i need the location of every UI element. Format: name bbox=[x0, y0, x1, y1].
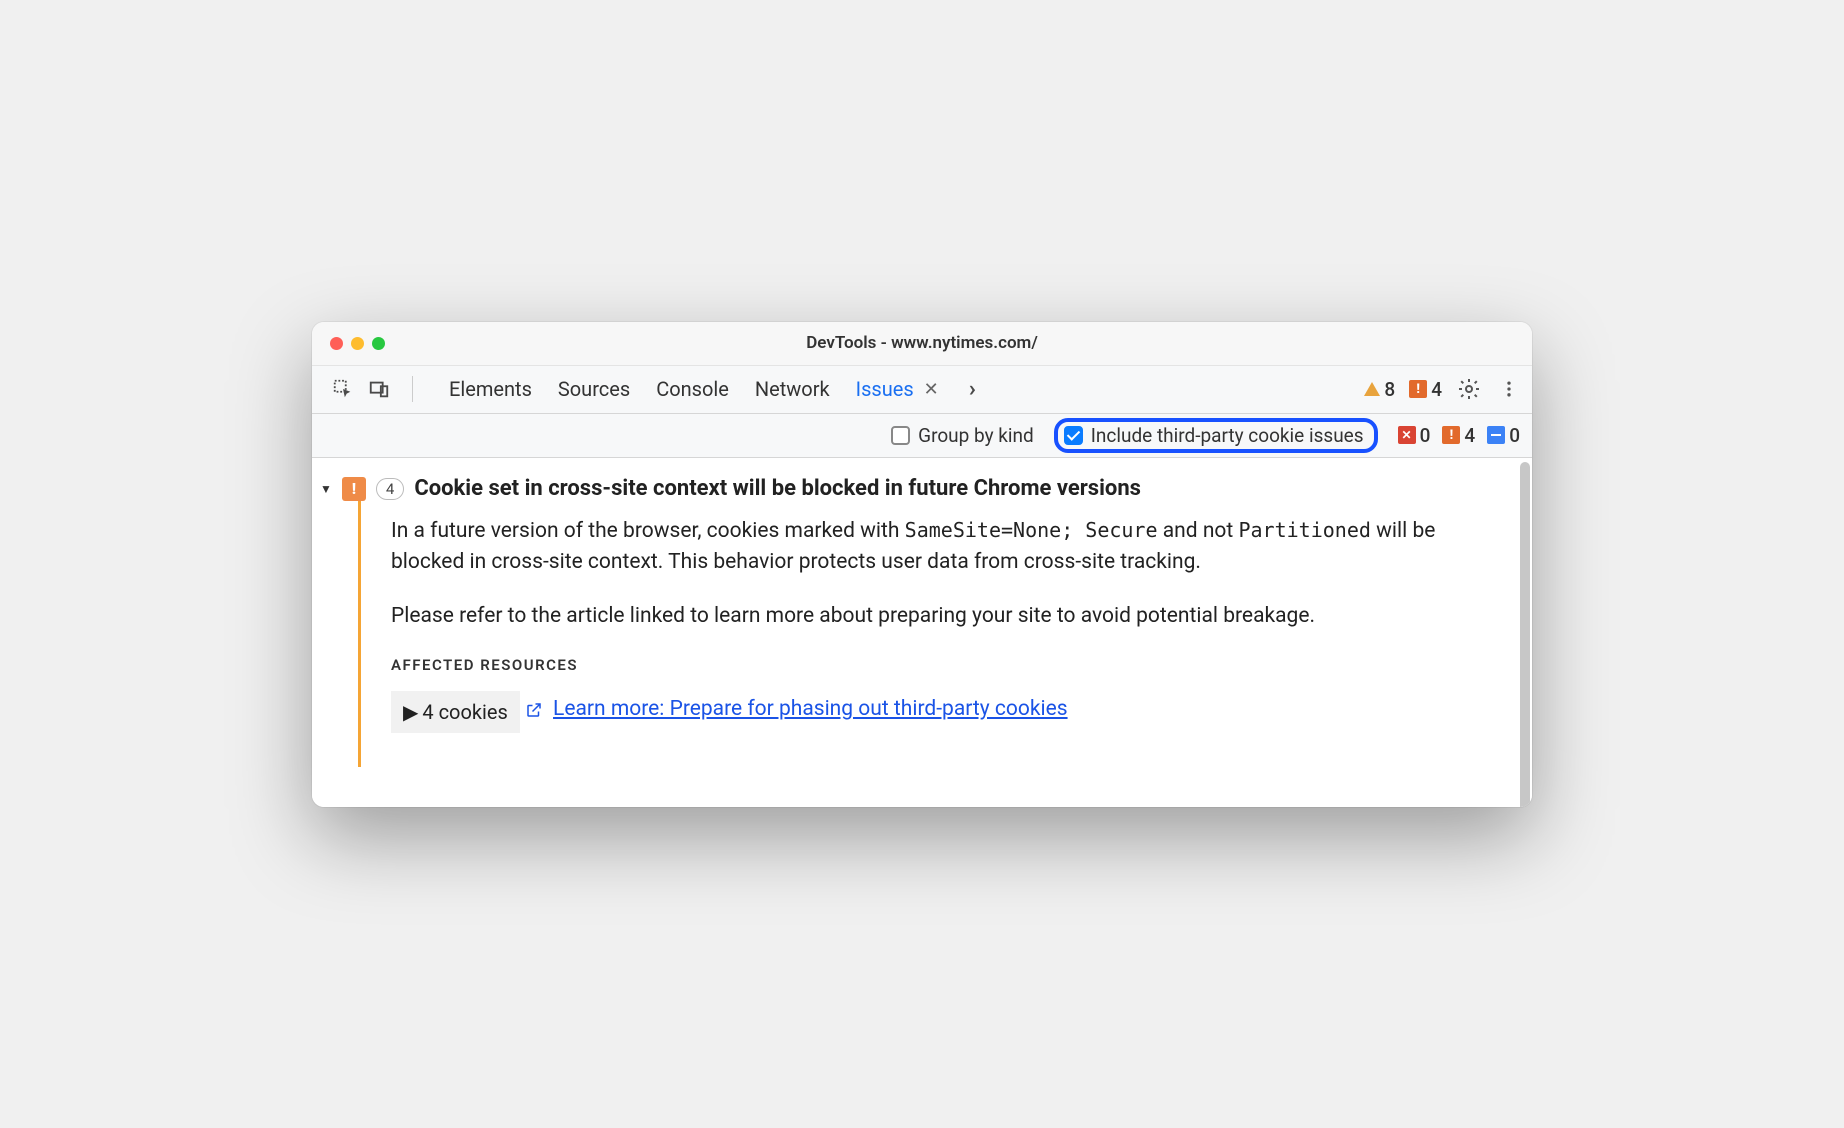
expand-right-caret-icon: ▶ bbox=[403, 697, 418, 727]
tab-elements[interactable]: Elements bbox=[449, 377, 532, 401]
breaking-change-icon: ! bbox=[1409, 380, 1427, 398]
separator bbox=[412, 376, 413, 402]
external-link-icon bbox=[525, 701, 543, 719]
window-title: DevTools - www.nytimes.com/ bbox=[312, 333, 1532, 353]
settings-icon[interactable] bbox=[1456, 376, 1482, 402]
toolbar-left-icons bbox=[322, 376, 400, 402]
main-toolbar: Elements Sources Console Network Issues … bbox=[312, 366, 1532, 414]
minimize-window-button[interactable] bbox=[351, 337, 364, 350]
panel-tabs: Elements Sources Console Network Issues … bbox=[425, 377, 970, 402]
filter-category-counts: ✕ 0 ! 4 0 bbox=[1398, 424, 1520, 447]
close-tab-icon[interactable]: ✕ bbox=[924, 379, 939, 400]
warnings-badge[interactable]: 8 bbox=[1364, 378, 1395, 401]
device-toggle-icon[interactable] bbox=[366, 376, 392, 402]
learn-more-row: Learn more: Prepare for phasing out thir… bbox=[525, 694, 1068, 726]
info-icon bbox=[1487, 426, 1505, 444]
checkbox-icon bbox=[891, 426, 910, 445]
issue-title[interactable]: Cookie set in cross-site context will be… bbox=[414, 476, 1141, 501]
text-fragment: and not bbox=[1158, 519, 1239, 543]
code-samesite: SameSite=None; Secure bbox=[905, 518, 1158, 542]
filter-info-count: 0 bbox=[1509, 424, 1520, 447]
filter-errors-count: 0 bbox=[1420, 424, 1431, 447]
issues-panel: ▼ ! 4 Cookie set in cross-site context w… bbox=[312, 458, 1532, 807]
more-tabs-icon[interactable]: ›› bbox=[965, 377, 970, 402]
code-partitioned: Partitioned bbox=[1238, 518, 1370, 542]
tab-issues-label: Issues bbox=[856, 377, 914, 401]
issue-paragraph-1: In a future version of the browser, cook… bbox=[391, 515, 1492, 579]
devtools-window: DevTools - www.nytimes.com/ Elements Sou… bbox=[312, 322, 1532, 807]
issue-body: In a future version of the browser, cook… bbox=[358, 501, 1532, 767]
tab-sources[interactable]: Sources bbox=[558, 377, 630, 401]
issue-occurrence-count: 4 bbox=[376, 478, 404, 500]
collapse-caret-icon[interactable]: ▼ bbox=[320, 482, 332, 496]
warning-square-icon: ! bbox=[1442, 426, 1460, 444]
highlighted-option: Include third-party cookie issues bbox=[1054, 418, 1378, 453]
close-window-button[interactable] bbox=[330, 337, 343, 350]
scrollbar[interactable] bbox=[1520, 462, 1530, 807]
third-party-label: Include third-party cookie issues bbox=[1091, 424, 1364, 447]
group-by-kind-label: Group by kind bbox=[918, 424, 1034, 447]
filter-errors[interactable]: ✕ 0 bbox=[1398, 424, 1431, 447]
affected-resources-label: AFFECTED RESOURCES bbox=[391, 654, 1492, 677]
third-party-checkbox[interactable]: Include third-party cookie issues bbox=[1064, 424, 1364, 447]
issue-header-row: ▼ ! 4 Cookie set in cross-site context w… bbox=[312, 468, 1532, 501]
issue-severity-icon: ! bbox=[342, 477, 366, 501]
issue-paragraph-2: Please refer to the article linked to le… bbox=[391, 601, 1492, 633]
titlebar: DevTools - www.nytimes.com/ bbox=[312, 322, 1532, 366]
checkbox-checked-icon bbox=[1064, 426, 1083, 445]
more-options-icon[interactable] bbox=[1496, 376, 1522, 402]
maximize-window-button[interactable] bbox=[372, 337, 385, 350]
text-fragment: In a future version of the browser, cook… bbox=[391, 519, 905, 543]
breaking-count: 4 bbox=[1431, 378, 1442, 401]
warnings-count: 8 bbox=[1384, 378, 1395, 401]
filter-warnings[interactable]: ! 4 bbox=[1442, 424, 1475, 447]
inspect-icon[interactable] bbox=[330, 376, 356, 402]
toolbar-right: 8 ! 4 bbox=[1364, 376, 1522, 402]
group-by-kind-checkbox[interactable]: Group by kind bbox=[891, 424, 1034, 447]
learn-more-link[interactable]: Learn more: Prepare for phasing out thir… bbox=[553, 694, 1068, 726]
tab-issues[interactable]: Issues ✕ bbox=[856, 377, 939, 401]
issues-filterbar: Group by kind Include third-party cookie… bbox=[312, 414, 1532, 458]
cookies-count-label: 4 cookies bbox=[422, 697, 507, 727]
affected-cookies-toggle[interactable]: ▶ 4 cookies bbox=[391, 691, 520, 733]
error-icon: ✕ bbox=[1398, 426, 1416, 444]
warning-icon bbox=[1364, 382, 1380, 396]
tab-network[interactable]: Network bbox=[755, 377, 830, 401]
filter-info[interactable]: 0 bbox=[1487, 424, 1520, 447]
tab-console[interactable]: Console bbox=[656, 377, 729, 401]
traffic-lights bbox=[312, 337, 385, 350]
filter-warnings-count: 4 bbox=[1464, 424, 1475, 447]
breaking-badge[interactable]: ! 4 bbox=[1409, 378, 1442, 401]
